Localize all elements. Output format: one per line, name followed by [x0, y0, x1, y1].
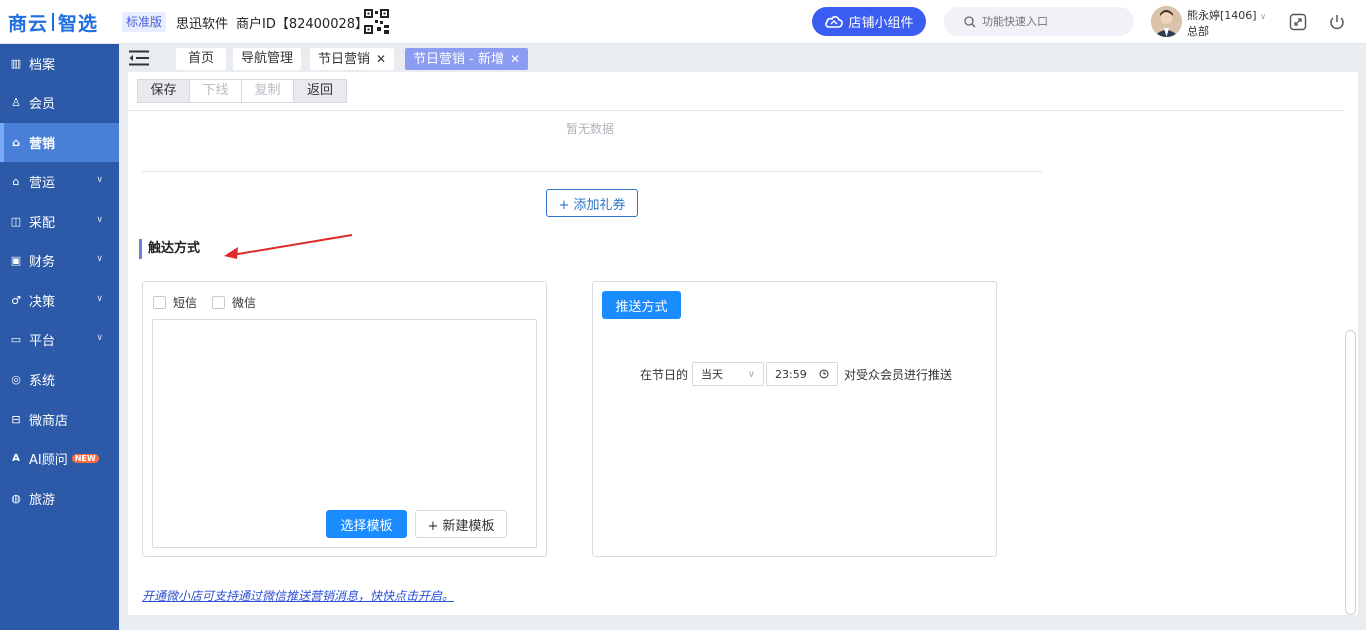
- push-suffix-text: 对受众会员进行推送: [844, 367, 953, 382]
- sidebar-item-operation[interactable]: ⌂ 营运 ∨: [0, 162, 119, 201]
- archive-icon: ▥: [10, 57, 22, 70]
- annotation-arrow: [224, 234, 353, 259]
- push-prefix-text: 在节日的: [640, 367, 689, 382]
- push-method-button[interactable]: 推送方式: [602, 291, 681, 319]
- avatar-image: [1151, 6, 1182, 37]
- main-content: 保存 下线 复制 返回 暂无数据 + 添加礼券 触达方式 短信 微信 选择模板 …: [128, 72, 1358, 615]
- decision-icon: ♂: [11, 294, 21, 307]
- logo-divider: [52, 13, 55, 31]
- new-template-button[interactable]: + 新建模板: [415, 510, 507, 538]
- user-icon: ♙: [11, 96, 21, 109]
- wechat-checkbox[interactable]: 微信: [212, 294, 256, 311]
- reach-channel-panel: 短信 微信 选择模板 + 新建模板: [142, 281, 547, 557]
- offline-button[interactable]: 下线: [190, 80, 242, 102]
- tab-home[interactable]: 首页: [176, 48, 227, 70]
- settings-icon: ◎: [11, 373, 21, 386]
- table-divider: [142, 171, 1042, 172]
- fullscreen-icon[interactable]: [1289, 13, 1307, 31]
- action-toolbar: 保存 下线 复制 返回: [137, 79, 347, 103]
- user-name[interactable]: 熊永婷[1406] ∨: [1187, 7, 1266, 23]
- chevron-down-icon: ∨: [1260, 12, 1266, 21]
- tab-festival-marketing-new[interactable]: 节日营销 - 新增 ✕: [405, 48, 529, 70]
- push-time-row: 在节日的 当天 ∨ 23:59 对受众会员进行推送: [640, 362, 952, 386]
- sidebar-item-travel[interactable]: ◍ 旅游: [0, 479, 119, 518]
- toolbar-divider: [128, 110, 1344, 111]
- time-picker[interactable]: 23:59: [766, 362, 839, 386]
- sidebar-item-archive[interactable]: ▥ 档案: [0, 44, 119, 83]
- checkbox-box[interactable]: [153, 296, 166, 309]
- user-dept: 总部: [1187, 25, 1209, 38]
- choose-template-button[interactable]: 选择模板: [326, 510, 407, 538]
- chevron-down-icon: ∨: [747, 368, 756, 380]
- day-select[interactable]: 当天 ∨: [692, 362, 765, 386]
- sidebar-item-member[interactable]: ♙ 会员: [0, 83, 119, 122]
- shop-icon: ⌂: [12, 136, 20, 149]
- cloud-icon: [825, 15, 844, 28]
- company-name: 思迅软件: [176, 17, 229, 32]
- chevron-down-icon: ∨: [96, 215, 103, 225]
- sidebar-item-system[interactable]: ◎ 系统: [0, 360, 119, 399]
- avatar[interactable]: [1151, 6, 1182, 37]
- chevron-down-icon: ∨: [96, 333, 103, 343]
- sidebar-item-finance[interactable]: ▣ 财务 ∨: [0, 241, 119, 280]
- chevron-down-icon: ∨: [96, 175, 103, 185]
- top-header: 商云 智选 标准版 思迅软件 商户ID【82400028】 店铺小组件 熊永婷[…: [0, 0, 1366, 44]
- menu-collapse-icon[interactable]: [129, 50, 149, 66]
- store-icon: ⌂: [12, 175, 20, 188]
- empty-data-text: 暂无数据: [566, 122, 615, 136]
- search-icon: [964, 15, 976, 27]
- app-logo[interactable]: 商云 智选: [8, 9, 98, 35]
- add-coupon-button[interactable]: + 添加礼券: [546, 189, 638, 217]
- sidebar-item-marketing[interactable]: ⌂ 营销: [0, 123, 119, 162]
- purchase-icon: ◫: [10, 215, 22, 228]
- logo-text-left: 商云: [8, 12, 49, 35]
- sms-checkbox[interactable]: 短信: [153, 294, 197, 311]
- copy-button[interactable]: 复制: [242, 80, 294, 102]
- section-title-reach: 触达方式: [139, 239, 200, 259]
- merchant-id: 商户ID【82400028】: [236, 17, 369, 32]
- search-input[interactable]: [982, 15, 1122, 28]
- microstore-icon: ⊟: [11, 413, 21, 426]
- clock-icon: [819, 369, 829, 379]
- sidebar-item-decision[interactable]: ♂ 决策 ∨: [0, 281, 119, 320]
- sidebar-item-platform[interactable]: ▭ 平台 ∨: [0, 320, 119, 359]
- new-badge: NEW: [71, 454, 99, 463]
- sidebar: ▥ 档案 ♙ 会员 ⌂ 营销 ⌂ 营运 ∨ ◫ 采配 ∨ ▣ 财务 ∨ ♂ 决策 ∨ ▭ 平台 ∨ ◎ 系统…: [0, 44, 119, 630]
- tab-nav-management[interactable]: 导航管理: [233, 48, 302, 70]
- close-icon[interactable]: ✕: [376, 52, 386, 66]
- close-icon[interactable]: ✕: [510, 52, 520, 66]
- sidebar-item-ai[interactable]: A AI顾问 NEW: [0, 439, 119, 478]
- checkbox-box[interactable]: [212, 296, 225, 309]
- push-settings-panel: 推送方式 在节日的 当天 ∨ 23:59 对受众会员进行推送: [592, 281, 997, 557]
- qr-code-icon[interactable]: [364, 9, 389, 34]
- ai-icon: A: [12, 453, 20, 464]
- finance-icon: ▣: [10, 254, 22, 267]
- monitor-icon: ▭: [10, 333, 22, 346]
- edition-badge: 标准版: [122, 12, 167, 32]
- travel-icon: ◍: [11, 492, 21, 505]
- save-button[interactable]: 保存: [138, 80, 190, 102]
- store-widget-label: 店铺小组件: [848, 16, 914, 31]
- tab-festival-marketing[interactable]: 节日营销 ✕: [310, 48, 395, 70]
- store-widget-button[interactable]: 店铺小组件: [812, 7, 926, 36]
- power-icon[interactable]: [1328, 13, 1346, 31]
- tabs-bar: 首页 导航管理 节日营销 ✕ 节日营销 - 新增 ✕: [119, 44, 1366, 72]
- scrollbar[interactable]: [1345, 330, 1356, 615]
- chevron-down-icon: ∨: [96, 294, 103, 304]
- back-button[interactable]: 返回: [294, 80, 346, 102]
- logo-text-right: 智选: [58, 12, 99, 35]
- function-search[interactable]: [944, 7, 1134, 36]
- chevron-down-icon: ∨: [96, 254, 103, 264]
- sidebar-item-purchase[interactable]: ◫ 采配 ∨: [0, 202, 119, 241]
- sidebar-item-microstore[interactable]: ⊟ 微商店: [0, 400, 119, 439]
- open-microstore-link[interactable]: 开通微小店可支持通过微信推送营销消息，快快点击开启。: [142, 587, 454, 604]
